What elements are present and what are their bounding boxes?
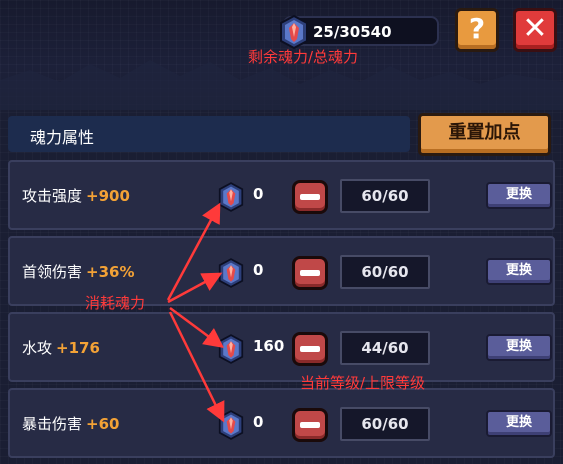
annotation-arrows (166, 202, 225, 423)
level-annotation: 当前等级/上限等级 (300, 374, 426, 392)
arrow-to-gem-1 (166, 202, 221, 301)
consume-soul-annotation: 消耗魂力 (85, 294, 146, 312)
